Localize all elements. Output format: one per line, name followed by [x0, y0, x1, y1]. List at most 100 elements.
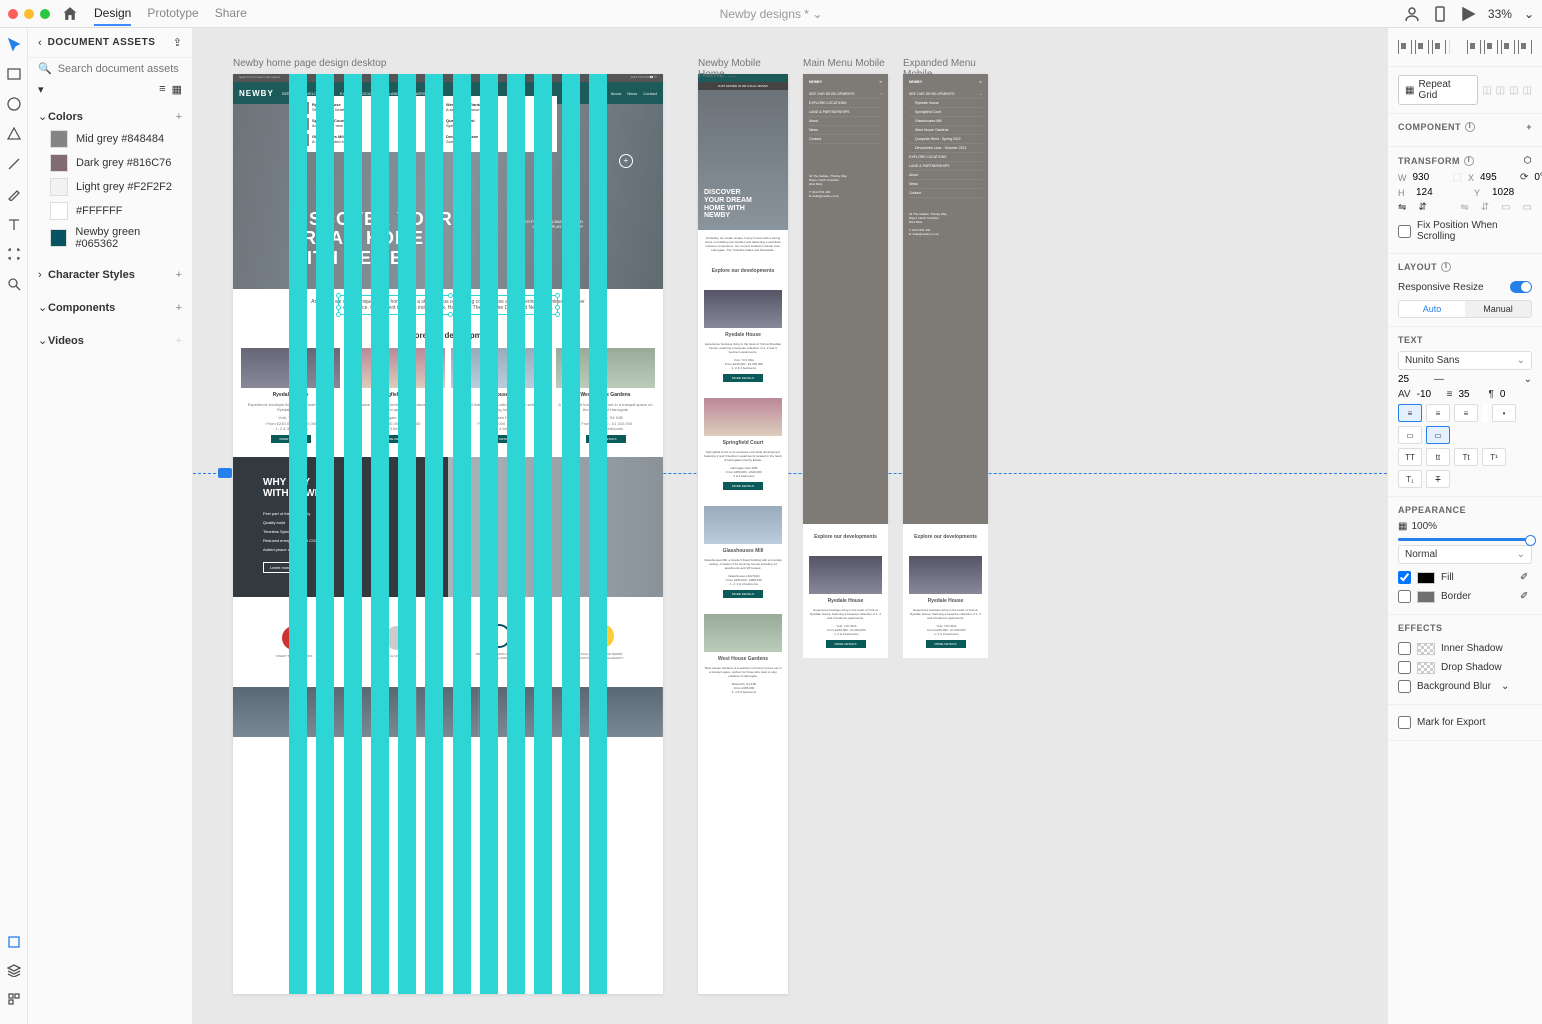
flip-v2-icon[interactable]: ⇵: [1481, 202, 1489, 213]
zoom-chevron-icon[interactable]: ⌄: [1524, 7, 1534, 21]
polygon-tool[interactable]: [6, 126, 22, 142]
boolean-subtract-icon[interactable]: ◫: [1496, 85, 1505, 96]
artboard-desktop[interactable]: Newby home page design desktop Search fo…: [233, 74, 663, 994]
text-align-left-icon[interactable]: ≡: [1398, 404, 1422, 422]
ellipse-tool[interactable]: [6, 96, 22, 112]
artboard-main-menu[interactable]: Main Menu Mobile NEWBY✕ SEE OUR DEVELOPM…: [803, 74, 888, 524]
charstyles-header[interactable]: ›Character Styles+: [38, 265, 182, 285]
tab-design[interactable]: Design: [94, 2, 131, 26]
zoom-tool[interactable]: [6, 276, 22, 292]
lowercase-icon[interactable]: tt: [1426, 448, 1450, 466]
add-color-icon[interactable]: +: [176, 111, 182, 123]
select-tool[interactable]: [6, 36, 22, 52]
boolean-exclude-icon[interactable]: ◫: [1523, 85, 1532, 96]
leading-input[interactable]: [1458, 389, 1482, 400]
videos-header[interactable]: ⌄Videos+: [38, 330, 182, 351]
flip-v-icon[interactable]: ⇵: [1418, 202, 1426, 213]
3d-icon[interactable]: ⬡: [1524, 155, 1532, 166]
text-auto-icon[interactable]: ▭: [1426, 426, 1450, 444]
list-view-icon[interactable]: ≡: [159, 83, 165, 96]
eyedropper-icon[interactable]: ✐: [1520, 591, 1532, 603]
text-tool[interactable]: [6, 216, 22, 232]
eyedropper-icon[interactable]: ✐: [1520, 572, 1532, 584]
opacity-slider[interactable]: [1398, 538, 1532, 541]
rotate-icon[interactable]: ⟳: [1520, 172, 1528, 183]
zoom-level[interactable]: 33%: [1488, 7, 1512, 21]
play-icon[interactable]: [1460, 6, 1476, 22]
color-swatch[interactable]: Light grey #F2F2F2: [38, 175, 182, 199]
bg-blur-checkbox[interactable]: [1398, 680, 1411, 693]
artboard-label[interactable]: Expanded Menu Mobile: [903, 58, 988, 80]
blend-select[interactable]: Normal⌄: [1398, 545, 1532, 564]
text-align-center-icon[interactable]: ≡: [1426, 404, 1450, 422]
align-left-icon[interactable]: [1398, 40, 1412, 54]
artboard-label[interactable]: Main Menu Mobile: [803, 58, 885, 69]
tracking-input[interactable]: [1417, 389, 1441, 400]
line-tool[interactable]: [6, 156, 22, 172]
font-select[interactable]: Nunito Sans⌄: [1398, 351, 1532, 370]
artboard-tool[interactable]: [6, 246, 22, 262]
uppercase-icon[interactable]: TT: [1398, 448, 1422, 466]
document-title[interactable]: Newby designs * ⌄: [720, 7, 823, 21]
superscript-icon[interactable]: T¹: [1482, 448, 1506, 466]
color-swatch[interactable]: Dark grey #816C76: [38, 151, 182, 175]
boolean-intersect-icon[interactable]: ◫: [1509, 85, 1518, 96]
minimize-window[interactable]: [24, 9, 34, 19]
x-input[interactable]: [1480, 172, 1514, 183]
add-style-icon[interactable]: +: [176, 269, 182, 281]
color-swatch[interactable]: Mid grey #848484: [38, 127, 182, 151]
text-area-icon[interactable]: ▭: [1398, 426, 1422, 444]
responsive-toggle[interactable]: [1510, 281, 1532, 293]
repeat-grid-button[interactable]: ▦Repeat Grid: [1398, 75, 1478, 105]
fix-position-checkbox[interactable]: [1398, 225, 1411, 238]
align-top-icon[interactable]: [1467, 40, 1481, 54]
components-header[interactable]: ⌄Components+: [38, 297, 182, 318]
align-right-icon[interactable]: [1432, 40, 1446, 54]
flip-h-icon[interactable]: ⇋: [1398, 202, 1406, 213]
add-component-icon[interactable]: +: [176, 302, 182, 314]
flip-h2-icon[interactable]: ⇋: [1460, 202, 1468, 213]
artboard-label[interactable]: Newby Mobile Home ...: [698, 58, 788, 80]
pen-tool[interactable]: [6, 186, 22, 202]
border-checkbox[interactable]: [1398, 590, 1411, 603]
color-swatch[interactable]: Newby green #065362: [38, 223, 182, 253]
upload-icon[interactable]: ⇪: [173, 36, 182, 49]
plugins-icon[interactable]: [6, 990, 22, 1006]
align-center-icon[interactable]: [1415, 40, 1429, 54]
mobile-preview-icon[interactable]: [1432, 6, 1448, 22]
text-point-icon[interactable]: •: [1492, 404, 1516, 422]
export-checkbox[interactable]: [1398, 716, 1411, 729]
tab-prototype[interactable]: Prototype: [147, 2, 198, 26]
rectangle-tool[interactable]: [6, 66, 22, 82]
align-middle-icon[interactable]: [1484, 40, 1498, 54]
border-color[interactable]: [1417, 591, 1435, 603]
colors-header[interactable]: ⌄Colors+: [38, 106, 182, 127]
profile-icon[interactable]: [1404, 6, 1420, 22]
subscript-icon[interactable]: T₁: [1398, 470, 1422, 488]
distribute-icon[interactable]: [1518, 40, 1532, 54]
align-bottom-icon[interactable]: [1501, 40, 1515, 54]
artboard-label[interactable]: Newby home page design desktop: [233, 58, 386, 69]
drop-shadow-checkbox[interactable]: [1398, 661, 1411, 674]
layers-icon[interactable]: [6, 962, 22, 978]
inner-shadow-checkbox[interactable]: [1398, 642, 1411, 655]
maximize-window[interactable]: [40, 9, 50, 19]
search-input[interactable]: [58, 63, 200, 75]
artboard-expanded-menu[interactable]: Expanded Menu Mobile NEWBY✕ SEE OUR DEVE…: [903, 74, 988, 524]
close-window[interactable]: [8, 9, 18, 19]
paragraph-input[interactable]: [1500, 389, 1520, 400]
width-input[interactable]: [1413, 172, 1447, 183]
text-align-right-icon[interactable]: ≡: [1454, 404, 1478, 422]
fill-color[interactable]: [1417, 572, 1435, 584]
add-video-icon[interactable]: +: [176, 335, 182, 347]
close-icon[interactable]: ✕: [879, 80, 882, 84]
close-icon[interactable]: ✕: [979, 80, 982, 84]
font-size-input[interactable]: [1398, 374, 1428, 385]
resize-mode-segment[interactable]: AutoManual: [1398, 300, 1532, 318]
rotation-input[interactable]: [1534, 172, 1542, 183]
grid-view-icon[interactable]: ▦: [172, 83, 182, 96]
tab-share[interactable]: Share: [215, 2, 247, 26]
fill-checkbox[interactable]: [1398, 571, 1411, 584]
filter-icon[interactable]: ▾: [38, 83, 44, 96]
color-swatch[interactable]: #FFFFFF: [38, 199, 182, 223]
